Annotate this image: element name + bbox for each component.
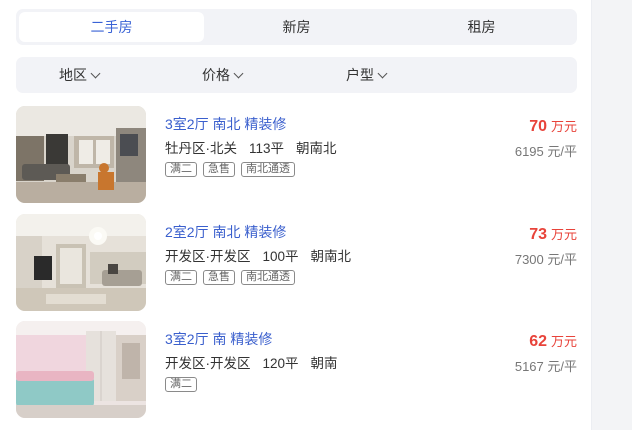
chevron-down-icon — [233, 68, 244, 79]
filter-region-label: 地区 — [59, 67, 87, 83]
tag-badge: 急售 — [203, 162, 235, 177]
tag-badge: 南北通透 — [241, 270, 295, 285]
page: 二手房 新房 租房 地区 价格 户型 3室2厅 南北 精装修 牡丹区·北关 11… — [0, 0, 632, 430]
listing-tags: 满二 — [165, 377, 197, 392]
price-value: 70 — [529, 118, 547, 135]
listing-orientation: 朝南北 — [310, 249, 352, 264]
listing-orientation: 朝南北 — [296, 141, 337, 156]
listing-unit-price: 6195 元/平 — [514, 144, 577, 159]
tag-badge: 急售 — [203, 270, 235, 285]
listing-photo — [16, 321, 146, 418]
listing-location: 开发区·开发区 — [165, 356, 251, 371]
tag-badge: 满二 — [165, 270, 197, 285]
listing-price: 62 万元 — [529, 331, 577, 351]
listing-area: 120平 — [262, 356, 299, 371]
listing-card[interactable]: 3室2厅 南 精装修 开发区·开发区 120平 朝南 满二 62 万元 5167 元/… — [16, 321, 577, 419]
price-unit: 万元 — [550, 227, 577, 242]
chevron-down-icon — [377, 68, 388, 79]
filter-layout[interactable]: 户型 — [346, 57, 388, 93]
listing-area: 100平 — [262, 249, 299, 264]
listing-title: 2室2厅 南北 精装修 — [165, 224, 287, 240]
filter-price[interactable]: 价格 — [202, 57, 244, 93]
tag-badge: 满二 — [165, 377, 197, 392]
listing-area: 113平 — [249, 141, 285, 156]
price-unit: 万元 — [550, 119, 577, 134]
chevron-down-icon — [90, 68, 101, 79]
listing-location: 开发区·开发区 — [165, 249, 251, 264]
listing-tags: 满二 急售 南北通透 — [165, 270, 295, 285]
listing-orientation: 朝南 — [310, 356, 338, 371]
listing-photo — [16, 106, 146, 203]
listing-title: 3室2厅 南北 精装修 — [165, 116, 287, 132]
listing-card[interactable]: 3室2厅 南北 精装修 牡丹区·北关 113平 朝南北 满二 急售 南北通透 70 万… — [16, 106, 577, 204]
listing-price: 70 万元 — [529, 116, 577, 136]
listing-meta: 开发区·开发区 100平 朝南北 — [165, 245, 363, 265]
tab-second-hand[interactable]: 二手房 — [19, 12, 204, 42]
listing-tags: 满二 急售 南北通透 — [165, 162, 295, 177]
listing-photo — [16, 214, 146, 311]
listing-unit-price: 7300 元/平 — [514, 252, 577, 267]
tag-badge: 南北通透 — [241, 162, 295, 177]
listing-card[interactable]: 2室2厅 南北 精装修 开发区·开发区 100平 朝南北 满二 急售 南北通透 73… — [16, 214, 577, 312]
filter-price-label: 价格 — [202, 67, 230, 83]
filter-layout-label: 户型 — [346, 67, 374, 83]
price-value: 62 — [529, 333, 547, 350]
tag-badge: 满二 — [165, 162, 197, 177]
listing-meta: 牡丹区·北关 113平 朝南北 — [165, 137, 349, 157]
listing-unit-price: 5167 元/平 — [514, 359, 577, 374]
listing-meta: 开发区·开发区 120平 朝南 — [165, 352, 350, 372]
tab-new-house[interactable]: 新房 — [204, 12, 389, 42]
price-unit: 万元 — [550, 334, 577, 349]
listing-price: 73 万元 — [529, 224, 577, 244]
category-tabs: 二手房 新房 租房 — [16, 9, 577, 45]
filter-bar: 地区 价格 户型 — [16, 57, 577, 93]
listing-location: 牡丹区·北关 — [165, 141, 237, 156]
tab-rental[interactable]: 租房 — [389, 12, 574, 42]
filter-region[interactable]: 地区 — [59, 57, 101, 93]
scroll-edge — [591, 0, 632, 430]
listing-title: 3室2厅 南 精装修 — [165, 331, 273, 347]
price-value: 73 — [529, 226, 547, 243]
